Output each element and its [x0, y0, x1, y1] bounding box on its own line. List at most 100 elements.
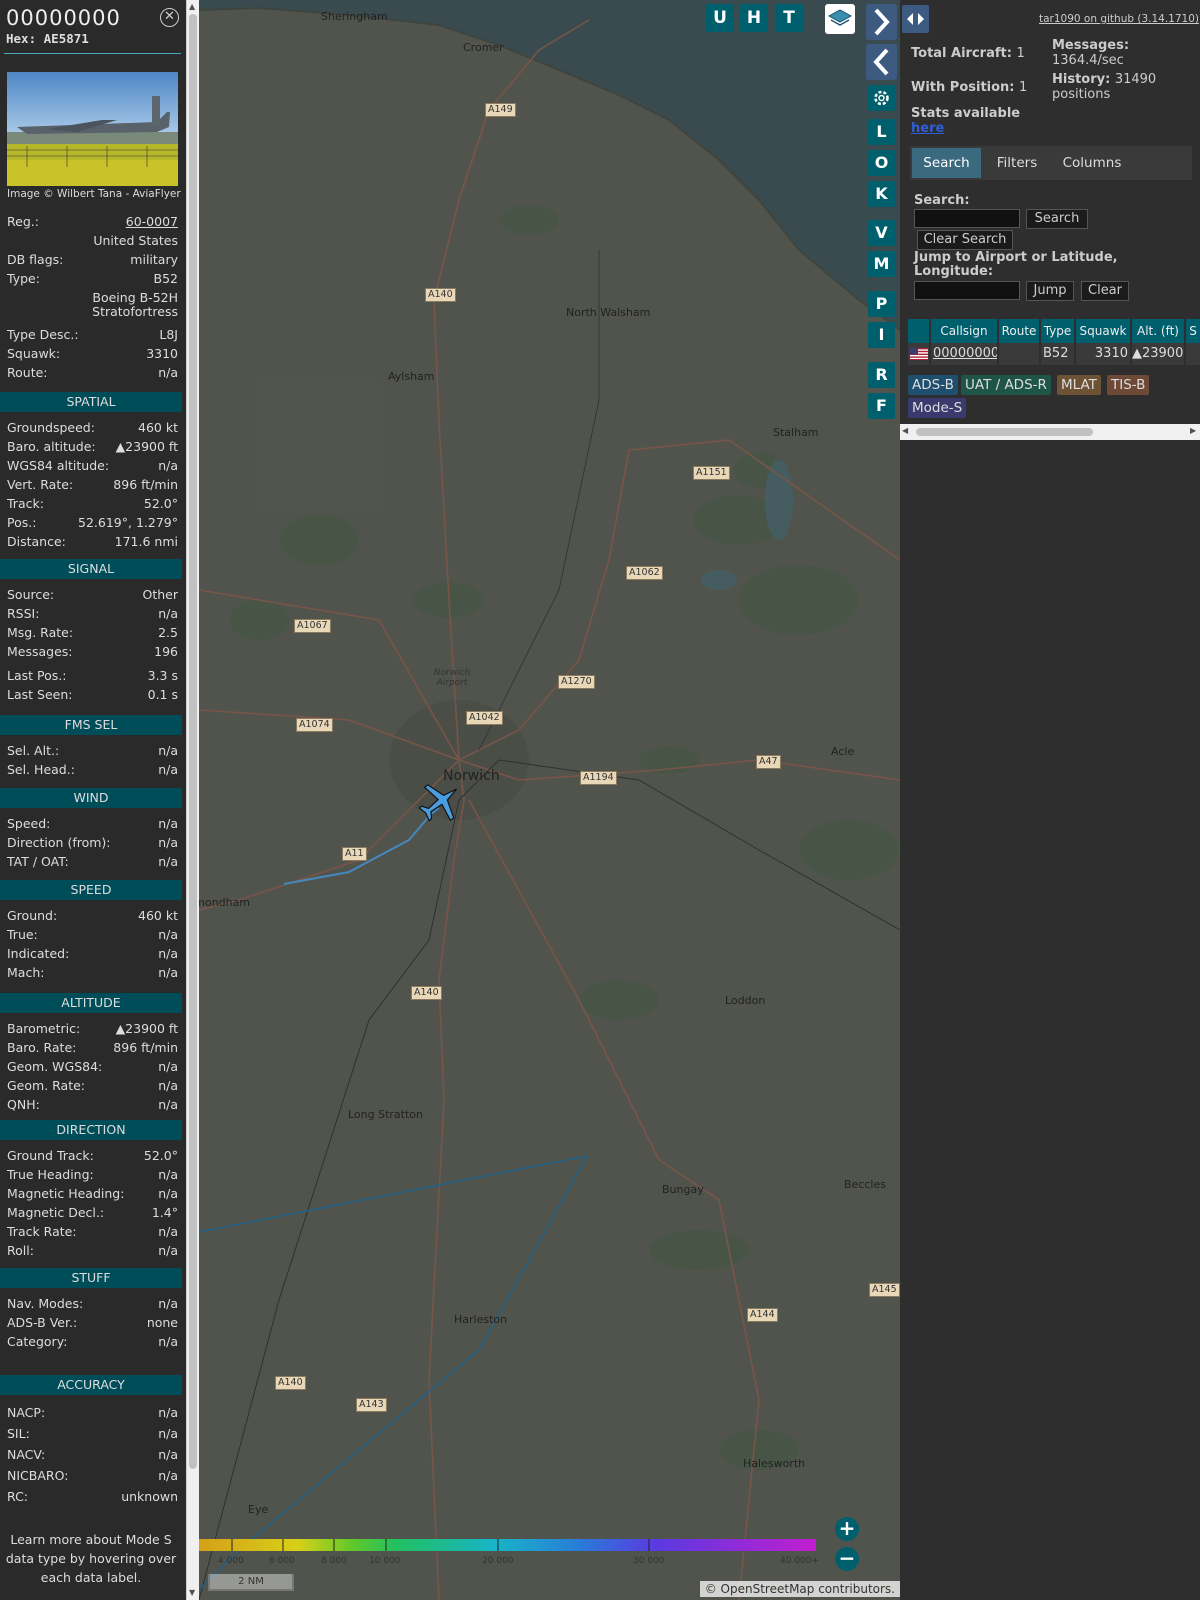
map-attribution[interactable]: © OpenStreetMap contributors. — [699, 1581, 900, 1597]
detail-value[interactable]: 60-0007 — [126, 214, 178, 229]
detail-value: n/a — [158, 742, 178, 758]
scrollbar-thumb[interactable] — [916, 428, 1093, 436]
toggle-v-button[interactable]: V — [868, 220, 895, 246]
aircraft-callsign: 00000000 — [6, 6, 121, 30]
tab-search[interactable]: Search — [912, 148, 981, 178]
tab-columns[interactable]: Columns — [1051, 148, 1133, 178]
detail-label: ADS-B Ver.: — [7, 1314, 78, 1330]
detail-row: Baro. altitude: ▲23900 ft — [0, 437, 182, 455]
detail-row: Mach: n/a — [0, 963, 182, 981]
aircraft-list-panel: tar1090 on github (3.14.1710) Total Airc… — [900, 0, 1200, 1600]
detail-row: Track: 52.0° — [0, 494, 182, 512]
column-header-speed[interactable]: S — [1186, 319, 1200, 343]
detail-value: n/a — [158, 834, 178, 850]
road-label: A143 — [356, 1398, 387, 1412]
detail-row: Magnetic Heading: n/a — [0, 1184, 182, 1202]
header-divider — [4, 53, 181, 54]
photo-credit[interactable]: Image © Wilbert Tana - AviaFlyer — [7, 188, 181, 200]
split-view-button[interactable] — [902, 5, 929, 33]
scroll-left-icon[interactable]: ◀ — [902, 426, 908, 435]
detail-value: n/a — [158, 1185, 178, 1201]
detail-value: 896 ft/min — [113, 476, 178, 492]
detail-label: Squawk: — [7, 345, 61, 361]
row-callsign[interactable]: 00000000 — [931, 343, 997, 365]
toggle-r-button[interactable]: R — [868, 362, 895, 388]
detail-value: unknown — [121, 1488, 178, 1504]
github-link[interactable]: tar1090 on github (3.14.1710) — [1039, 13, 1199, 25]
zoom-out-button[interactable]: − — [835, 1547, 859, 1571]
detail-value: n/a — [158, 1404, 178, 1420]
clear-search-button[interactable]: Clear Search — [917, 230, 1013, 250]
table-horizontal-scrollbar[interactable]: ◀ ▶ — [900, 424, 1200, 440]
detail-value: n/a — [158, 1077, 178, 1093]
search-input[interactable] — [914, 209, 1020, 228]
stats-available-label: Stats available — [911, 106, 1021, 121]
toggle-h-button[interactable]: H — [740, 4, 768, 32]
expand-button[interactable] — [866, 4, 897, 40]
aircraft-photo[interactable] — [7, 72, 178, 186]
toggle-o-button[interactable]: O — [868, 150, 895, 176]
road-label: A1270 — [558, 675, 595, 689]
tab-filters[interactable]: Filters — [985, 148, 1049, 178]
detail-row: Msg. Rate: 2.5 — [0, 623, 182, 641]
detail-label: Type Desc.: — [7, 326, 79, 342]
detail-row: ADS-B Ver.: none — [0, 1313, 182, 1331]
toggle-m-button[interactable]: M — [868, 251, 895, 277]
layers-button[interactable] — [825, 4, 855, 34]
source-badge-tisb: TIS-B — [1107, 375, 1150, 395]
town-label: Acle — [831, 745, 855, 758]
detail-row: Type: B52 — [0, 269, 182, 287]
aircraft-info-sidebar: 00000000 ✕ Hex: AE5871 Image © Wilbert T… — [0, 0, 185, 1600]
settings-button[interactable] — [868, 85, 895, 111]
column-header-altitude[interactable]: Alt. (ft) — [1132, 319, 1184, 343]
column-header-callsign[interactable]: Callsign — [931, 319, 997, 343]
toggle-u-button[interactable]: U — [706, 4, 734, 32]
detail-value: 896 ft/min — [113, 1039, 178, 1055]
column-header-flag[interactable] — [908, 319, 929, 343]
stats-link[interactable]: here — [911, 121, 944, 136]
scrollbar-thumb[interactable] — [189, 14, 197, 1469]
town-label: Harleston — [454, 1313, 508, 1326]
search-button[interactable]: Search — [1026, 209, 1088, 229]
detail-value: United States — [93, 232, 178, 248]
detail-label: Barometric: — [7, 1020, 81, 1036]
jump-input[interactable] — [914, 281, 1020, 300]
detail-row: Messages: 196 — [0, 642, 182, 660]
scroll-up-icon[interactable]: ▲ — [189, 2, 195, 12]
road-label: A1062 — [626, 566, 663, 580]
close-icon[interactable]: ✕ — [160, 8, 179, 27]
detail-row: Barometric: ▲23900 ft — [0, 1019, 182, 1037]
section-header-direction: DIRECTION — [0, 1120, 182, 1140]
collapse-button[interactable] — [866, 44, 897, 80]
detail-row: Squawk: 3310 — [0, 344, 182, 362]
column-header-squawk[interactable]: Squawk — [1076, 319, 1130, 343]
detail-label: Direction (from): — [7, 834, 111, 850]
map-view[interactable]: Sheringham Cromer North Walsham Aylsham … — [199, 0, 900, 1600]
toggle-l-button[interactable]: L — [868, 119, 895, 145]
clear-button[interactable]: Clear — [1081, 281, 1129, 301]
town-label: Eye — [248, 1503, 269, 1516]
detail-value: ▲23900 ft — [115, 1020, 178, 1036]
detail-row: True Heading: n/a — [0, 1165, 182, 1183]
jump-button[interactable]: Jump — [1026, 281, 1074, 301]
detail-label: NACV: — [7, 1446, 46, 1462]
toggle-k-button[interactable]: K — [868, 181, 895, 207]
column-header-type[interactable]: Type — [1041, 319, 1074, 343]
toggle-t-button[interactable]: T — [775, 4, 803, 32]
jump-label: Jump to Airport or Latitude, Longitude: — [914, 250, 1118, 279]
town-label: Stalham — [773, 426, 819, 439]
toggle-f-button[interactable]: F — [868, 393, 895, 419]
town-label: North Walsham — [566, 306, 651, 319]
split-arrows-icon — [907, 13, 924, 25]
detail-row: Reg.: 60-0007 — [0, 212, 182, 230]
column-header-route[interactable]: Route — [999, 319, 1039, 343]
zoom-in-button[interactable]: + — [835, 1517, 859, 1541]
scroll-down-icon[interactable]: ▼ — [189, 1588, 195, 1598]
detail-row: Route: n/a — [0, 363, 182, 381]
toggle-i-button[interactable]: I — [868, 322, 895, 348]
sidebar-scrollbar[interactable]: ▲ ▼ — [186, 0, 199, 1600]
airplane-icon[interactable] — [417, 779, 463, 825]
toggle-p-button[interactable]: P — [868, 291, 895, 317]
scroll-right-icon[interactable]: ▶ — [1190, 426, 1196, 435]
section-header-wind: WIND — [0, 788, 182, 808]
